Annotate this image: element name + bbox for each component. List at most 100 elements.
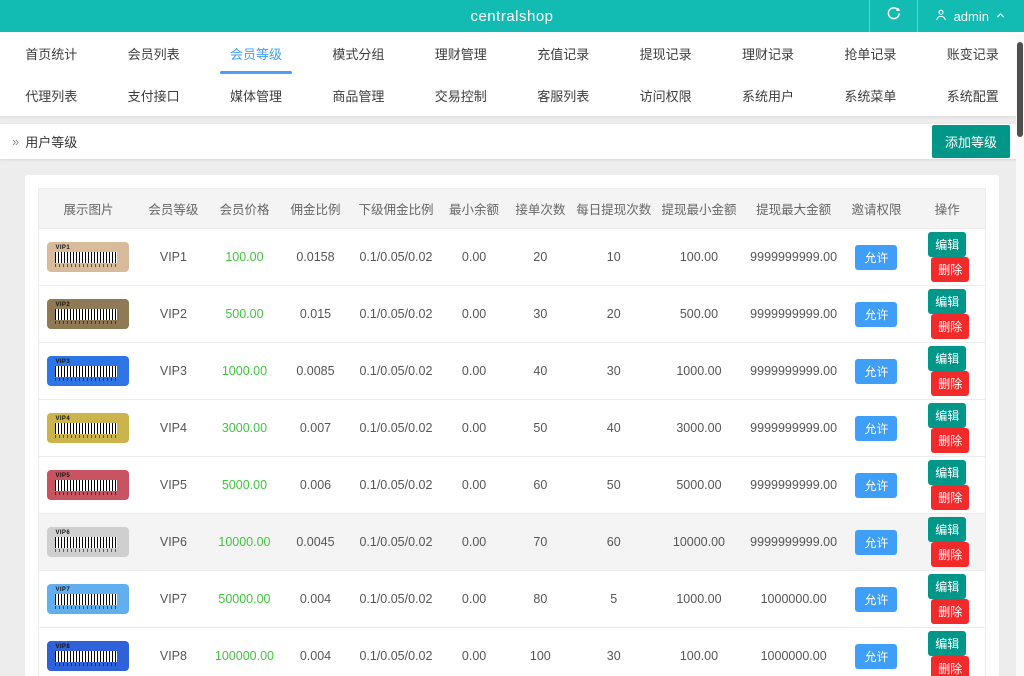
- allow-button[interactable]: 允许: [855, 473, 897, 498]
- column-header: 展示图片: [39, 189, 138, 229]
- nav-item-抢单记录[interactable]: 抢单记录: [819, 32, 921, 74]
- edit-button[interactable]: 编辑: [928, 403, 966, 428]
- column-header: 会员价格: [209, 189, 280, 229]
- nav-row-1: 首页统计会员列表会员等级模式分组理财管理充值记录提现记录理财记录抢单记录账变记录: [0, 32, 1024, 74]
- cell-withdraw_max: 9999999999.00: [744, 457, 843, 514]
- cell-commission: 0.015: [280, 286, 351, 343]
- nav-item-提现记录[interactable]: 提现记录: [614, 32, 716, 74]
- cell-withdraw_max: 9999999999.00: [744, 286, 843, 343]
- barcode-digits: [55, 492, 117, 495]
- vip-card-label: VIP6: [55, 529, 129, 537]
- cell-price: 500.00: [209, 286, 280, 343]
- nav-item-模式分组[interactable]: 模式分组: [307, 32, 409, 74]
- nav-item-理财管理[interactable]: 理财管理: [410, 32, 512, 74]
- edit-button[interactable]: 编辑: [928, 232, 966, 257]
- nav-row-2: 代理列表支付接口媒体管理商品管理交易控制客服列表访问权限系统用户系统菜单系统配置: [0, 74, 1024, 116]
- cell-order_count: 60: [507, 457, 573, 514]
- vip-card-image: VIP7: [47, 584, 129, 614]
- column-header: 操作: [910, 189, 986, 229]
- edit-button[interactable]: 编辑: [928, 631, 966, 656]
- nav-item-系统菜单[interactable]: 系统菜单: [819, 74, 921, 116]
- cell-withdraw_min: 1000.00: [654, 571, 744, 628]
- cell-price: 5000.00: [209, 457, 280, 514]
- table-row: VIP2VIP2500.000.0150.1/0.05/0.020.003020…: [39, 286, 986, 343]
- nav-item-理财记录[interactable]: 理财记录: [717, 32, 819, 74]
- column-header: 邀请权限: [843, 189, 909, 229]
- delete-button[interactable]: 删除: [931, 257, 969, 282]
- edit-button[interactable]: 编辑: [928, 460, 966, 485]
- column-header: 会员等级: [138, 189, 209, 229]
- edit-button[interactable]: 编辑: [928, 289, 966, 314]
- cell-price: 50000.00: [209, 571, 280, 628]
- vip-card-label: VIP1: [55, 244, 129, 252]
- cell-withdraw_max: 9999999999.00: [744, 400, 843, 457]
- delete-button[interactable]: 删除: [931, 656, 969, 676]
- nav-item-账变记录[interactable]: 账变记录: [922, 32, 1024, 74]
- nav-item-系统配置[interactable]: 系统配置: [922, 74, 1024, 116]
- cell-withdraw_min: 500.00: [654, 286, 744, 343]
- cell-withdraw_max: 1000000.00: [744, 628, 843, 676]
- content-card: 展示图片会员等级会员价格佣金比例下级佣金比例最小余额接单次数每日提现次数提现最小…: [25, 175, 999, 676]
- nav-item-支付接口[interactable]: 支付接口: [102, 74, 204, 116]
- refresh-button[interactable]: [869, 0, 917, 32]
- table-row: VIP5VIP55000.000.0060.1/0.05/0.020.00605…: [39, 457, 986, 514]
- cell-withdraw_min: 10000.00: [654, 514, 744, 571]
- column-header: 每日提现次数: [573, 189, 653, 229]
- cell-daily_withdraw_count: 10: [573, 229, 653, 286]
- cell-commission: 0.006: [280, 457, 351, 514]
- user-menu[interactable]: admin: [917, 0, 1024, 32]
- cell-level: VIP4: [138, 400, 209, 457]
- column-header: 提现最小金额: [654, 189, 744, 229]
- vip-card-label: VIP2: [55, 301, 129, 309]
- nav-item-会员等级[interactable]: 会员等级: [205, 32, 307, 74]
- cell-daily_withdraw_count: 60: [573, 514, 653, 571]
- nav-item-首页统计[interactable]: 首页统计: [0, 32, 102, 74]
- allow-button[interactable]: 允许: [855, 302, 897, 327]
- nav-item-交易控制[interactable]: 交易控制: [410, 74, 512, 116]
- barcode-icon: [55, 252, 117, 263]
- delete-button[interactable]: 删除: [931, 599, 969, 624]
- nav-item-代理列表[interactable]: 代理列表: [0, 74, 102, 116]
- add-level-button[interactable]: 添加等级: [932, 125, 1010, 158]
- cell-withdraw_min: 3000.00: [654, 400, 744, 457]
- cell-commission: 0.0158: [280, 229, 351, 286]
- cell-daily_withdraw_count: 40: [573, 400, 653, 457]
- nav-item-商品管理[interactable]: 商品管理: [307, 74, 409, 116]
- barcode-digits: [55, 663, 117, 666]
- cell-order_count: 80: [507, 571, 573, 628]
- vip-card-label: VIP5: [55, 472, 129, 480]
- allow-button[interactable]: 允许: [855, 416, 897, 441]
- delete-button[interactable]: 删除: [931, 371, 969, 396]
- scrollbar-thumb[interactable]: [1017, 42, 1023, 137]
- edit-button[interactable]: 编辑: [928, 517, 966, 542]
- cell-daily_withdraw_count: 50: [573, 457, 653, 514]
- allow-button[interactable]: 允许: [855, 359, 897, 384]
- vip-card-label: VIP8: [55, 643, 129, 651]
- edit-button[interactable]: 编辑: [928, 346, 966, 371]
- allow-button[interactable]: 允许: [855, 530, 897, 555]
- cell-level: VIP7: [138, 571, 209, 628]
- cell-sub_commission: 0.1/0.05/0.02: [351, 229, 441, 286]
- vertical-scrollbar[interactable]: [1016, 34, 1024, 676]
- nav-item-媒体管理[interactable]: 媒体管理: [205, 74, 307, 116]
- cell-price: 3000.00: [209, 400, 280, 457]
- delete-button[interactable]: 删除: [931, 428, 969, 453]
- allow-button[interactable]: 允许: [855, 587, 897, 612]
- vip-card-image: VIP1: [47, 242, 129, 272]
- nav-item-客服列表[interactable]: 客服列表: [512, 74, 614, 116]
- edit-button[interactable]: 编辑: [928, 574, 966, 599]
- nav-item-会员列表[interactable]: 会员列表: [102, 32, 204, 74]
- delete-button[interactable]: 删除: [931, 542, 969, 567]
- nav-item-充值记录[interactable]: 充值记录: [512, 32, 614, 74]
- nav-item-访问权限[interactable]: 访问权限: [614, 74, 716, 116]
- cell-min_balance: 0.00: [441, 343, 507, 400]
- cell-sub_commission: 0.1/0.05/0.02: [351, 457, 441, 514]
- delete-button[interactable]: 删除: [931, 314, 969, 339]
- allow-button[interactable]: 允许: [855, 644, 897, 669]
- table-row: VIP4VIP43000.000.0070.1/0.05/0.020.00504…: [39, 400, 986, 457]
- breadcrumb-icon: »: [12, 134, 19, 149]
- allow-button[interactable]: 允许: [855, 245, 897, 270]
- delete-button[interactable]: 删除: [931, 485, 969, 510]
- cell-order_count: 50: [507, 400, 573, 457]
- nav-item-系统用户[interactable]: 系统用户: [717, 74, 819, 116]
